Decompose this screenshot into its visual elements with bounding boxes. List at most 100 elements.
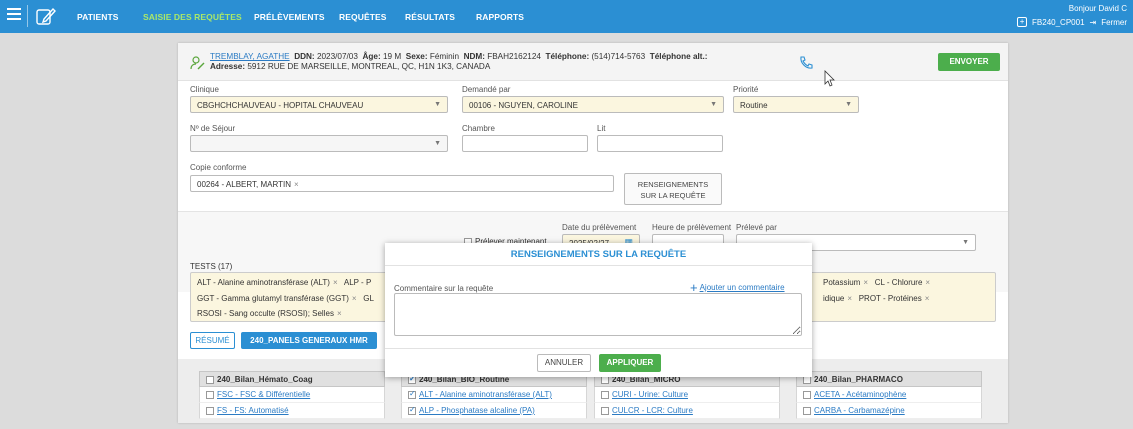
panel-test-link[interactable]: FS - FS: Automatisé xyxy=(217,406,289,415)
remove-tag-icon[interactable]: × xyxy=(863,278,868,287)
request-info-label-1: RENSEIGNEMENTS xyxy=(637,180,709,189)
logout-icon[interactable]: ⇥ xyxy=(1090,18,1097,27)
checkbox-icon xyxy=(803,375,811,384)
panel-row[interactable]: FSC - FSC & Différentielle xyxy=(199,387,385,403)
checkbox-icon xyxy=(206,406,214,415)
comment-textarea[interactable] xyxy=(394,293,802,336)
panel-test-link[interactable]: ALT - Alanine aminotransférase (ALT) xyxy=(419,390,552,399)
panel-test-link[interactable]: CARBA - Carbamazépine xyxy=(814,406,905,415)
nav-request-entry[interactable]: SAISIE DES REQUÊTES xyxy=(143,12,242,22)
panel-row[interactable]: FS - FS: Automatisé xyxy=(199,403,385,419)
summary-button[interactable]: RÉSUMÉ xyxy=(190,332,235,349)
panel-header[interactable]: 240_Bilan_PHARMACO xyxy=(796,371,982,387)
nav-reports[interactable]: RAPPORTS xyxy=(476,12,524,22)
ddn-value: 2023/07/03 xyxy=(316,52,358,61)
clinic-select[interactable]: CBGHCHCHAUVEAU - HOPITAL CHAUVEAU ▼ xyxy=(190,96,448,113)
modal-title: RENSEIGNEMENTS SUR LA REQUÊTE xyxy=(510,249,687,260)
checkbox-icon xyxy=(601,390,609,399)
tests-line-2-right: idique × PROT - Protéines × xyxy=(823,294,929,303)
collect-date-label: Date du prélèvement xyxy=(562,223,637,232)
tests-line-2: GGT - Gamma glutamyl transférase (GGT) × … xyxy=(197,294,374,303)
cc-field[interactable]: 00264 - ALBERT, MARTIN × xyxy=(190,175,614,192)
bed-field[interactable] xyxy=(597,135,723,152)
panel-column: 240_Bilan_BIO_Routine ALT - Alanine amin… xyxy=(401,371,587,423)
panel-title: 240_Bilan_PHARMACO xyxy=(814,375,903,384)
send-button[interactable]: ENVOYER xyxy=(938,53,1000,71)
panel-row[interactable]: ACETA - Acétaminophène xyxy=(796,387,982,403)
room-field[interactable] xyxy=(462,135,588,152)
remove-tag-icon[interactable]: × xyxy=(847,294,852,303)
panels-button[interactable]: 240_PANELS GENERAUX HMR xyxy=(241,332,377,349)
modal-divider xyxy=(385,265,812,266)
test-tag: RSOSI - Sang occulte (RSOSI); Selles xyxy=(197,309,334,318)
nav-patients[interactable]: PATIENTS xyxy=(77,12,119,22)
panel-header[interactable]: 240_Bilan_Hémato_Coag xyxy=(199,371,385,387)
panel-row[interactable]: ALT - Alanine aminotransférase (ALT) xyxy=(401,387,587,403)
add-comment-label: Ajouter un commentaire xyxy=(699,283,785,292)
nav-collections[interactable]: PRÉLÈVEMENTS xyxy=(254,12,325,22)
remove-tag-icon[interactable]: × xyxy=(337,309,342,318)
menu-icon[interactable] xyxy=(7,8,21,22)
test-tag: ALT - Alanine aminotransférase (ALT) xyxy=(197,278,330,287)
checkbox-checked-icon xyxy=(408,374,416,384)
panel-row[interactable]: CARBA - Carbamazépine xyxy=(796,403,982,419)
panel-column: 240_Bilan_Hémato_Coag FSC - FSC & Différ… xyxy=(199,371,385,423)
modal-footer-divider xyxy=(385,348,812,349)
age-value: 19 M xyxy=(382,52,402,61)
site-code[interactable]: FB240_CP001 xyxy=(1032,18,1084,27)
panel-test-link[interactable]: FSC - FSC & Différentielle xyxy=(217,390,310,399)
stay-number-label: Nº de Séjour xyxy=(190,124,236,133)
user-greeting: Bonjour David C xyxy=(1068,4,1127,13)
patient-name-link[interactable]: TREMBLAY, AGATHE xyxy=(210,52,290,61)
priority-select[interactable]: Routine ▼ xyxy=(733,96,859,113)
patient-header: TREMBLAY, AGATHE DDN: 2023/07/03 Âge: 19… xyxy=(178,43,1008,81)
tests-line-3: RSOSI - Sang occulte (RSOSI); Selles × xyxy=(197,309,342,318)
nav-divider xyxy=(27,5,28,27)
panel-title: 240_Bilan_Hémato_Coag xyxy=(217,375,313,384)
panel-row[interactable]: ALP - Phosphatase alcaline (PA) xyxy=(401,403,587,419)
stay-number-select[interactable]: ▼ xyxy=(190,135,448,152)
remove-tag-icon[interactable]: × xyxy=(352,294,357,303)
panel-row[interactable]: CULCR - LCR: Culture xyxy=(594,403,780,419)
logout-link[interactable]: Fermer xyxy=(1101,18,1127,27)
remove-tag-icon[interactable]: × xyxy=(294,180,299,189)
collected-by-label: Prélevé par xyxy=(736,223,777,232)
top-navbar: PATIENTS SAISIE DES REQUÊTES PRÉLÈVEMENT… xyxy=(0,0,1133,33)
chevron-down-icon: ▼ xyxy=(845,101,852,108)
checkbox-icon xyxy=(601,375,609,384)
panel-row[interactable]: CURI - Urine: Culture xyxy=(594,387,780,403)
bed-label: Lit xyxy=(597,124,606,133)
remove-tag-icon[interactable]: × xyxy=(925,278,930,287)
chevron-down-icon: ▼ xyxy=(710,101,717,108)
ddn-label: DDN: xyxy=(294,52,315,61)
apply-button[interactable]: APPLIQUER xyxy=(599,354,661,372)
phone-icon[interactable] xyxy=(798,55,814,71)
panel-test-link[interactable]: CULCR - LCR: Culture xyxy=(612,406,693,415)
edit-request-logo-icon[interactable] xyxy=(35,6,57,26)
checkbox-icon xyxy=(803,406,811,415)
pointer-cursor-icon xyxy=(824,70,835,87)
panel-test-link[interactable]: ACETA - Acétaminophène xyxy=(814,390,906,399)
nav-requests[interactable]: REQUÊTES xyxy=(339,12,387,22)
test-tag: ALP - P xyxy=(343,278,372,287)
requested-by-select[interactable]: 00106 - NGUYEN, CAROLINE ▼ xyxy=(462,96,724,113)
tests-line-1: ALT - Alanine aminotransférase (ALT) × AL… xyxy=(197,278,371,287)
nav-results[interactable]: RÉSULTATS xyxy=(405,12,455,22)
request-info-button[interactable]: RENSEIGNEMENTS SUR LA REQUÊTE xyxy=(624,173,722,205)
panel-test-link[interactable]: ALP - Phosphatase alcaline (PA) xyxy=(419,406,535,415)
panel-test-link[interactable]: CURI - Urine: Culture xyxy=(612,390,688,399)
phone-label: Téléphone: xyxy=(545,52,590,61)
sex-label: Sexe: xyxy=(405,52,428,61)
site-add-icon[interactable]: + xyxy=(1017,17,1028,27)
sex-value: Féminin xyxy=(429,52,459,61)
ndm-label: NDM: xyxy=(463,52,485,61)
patient-icon xyxy=(190,56,205,70)
cancel-button[interactable]: ANNULER xyxy=(537,354,591,372)
remove-tag-icon[interactable]: × xyxy=(333,278,338,287)
phone-alt-label: Téléphone alt.: xyxy=(649,52,708,61)
address-label: Adresse: xyxy=(210,62,246,71)
clinic-value: CBGHCHCHAUVEAU - HOPITAL CHAUVEAU xyxy=(197,101,364,110)
remove-tag-icon[interactable]: × xyxy=(925,294,930,303)
checkbox-icon xyxy=(803,390,811,399)
patient-info-line: TREMBLAY, AGATHE DDN: 2023/07/03 Âge: 19… xyxy=(210,52,708,61)
